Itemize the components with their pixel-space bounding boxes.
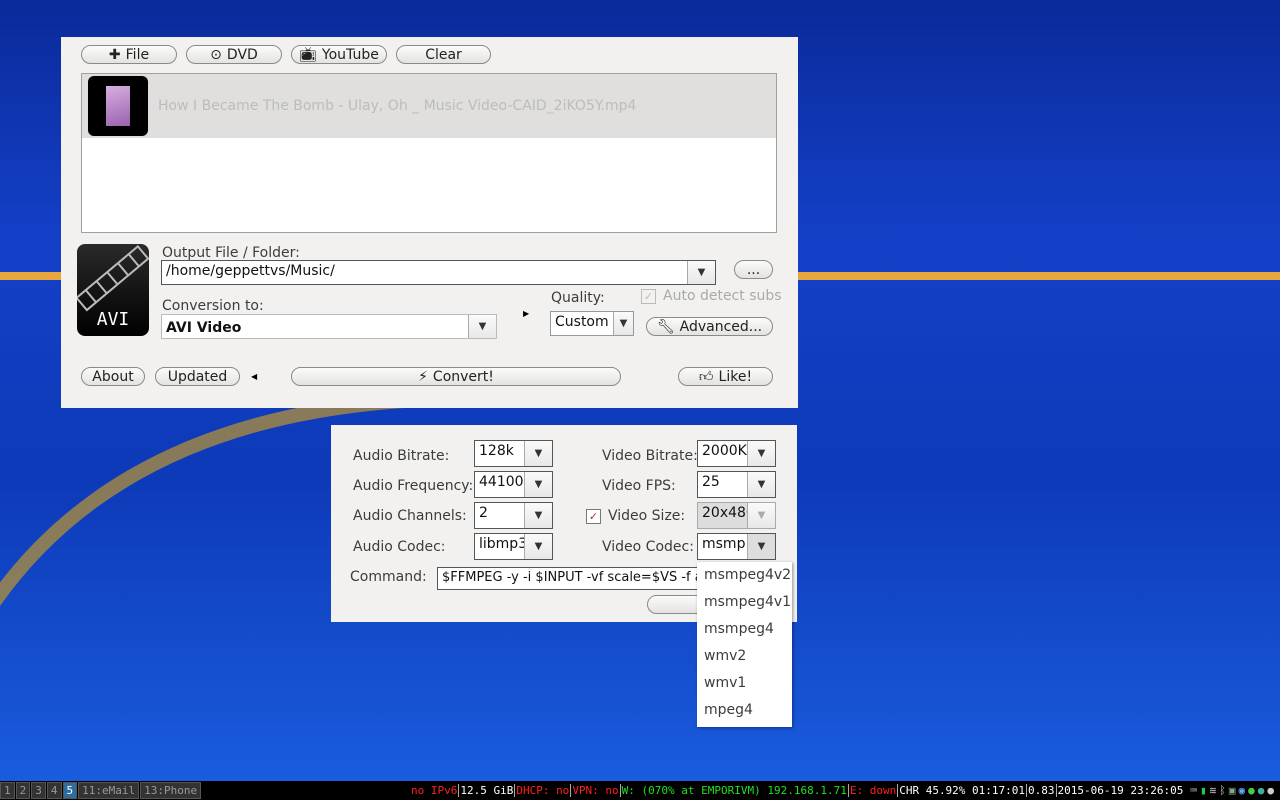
audio-frequency-label: Audio Frequency: [353, 478, 474, 494]
dropdown-option[interactable]: wmv2 [697, 643, 792, 670]
status-item: E: down [847, 784, 897, 797]
video-fps-label: Video FPS: [602, 478, 676, 494]
status-item: VPN: no [570, 784, 619, 797]
collapse-arrow-icon[interactable]: ◀ [251, 372, 257, 381]
video-size-checkbox[interactable]: ✓ [586, 509, 601, 524]
audio-bitrate-label: Audio Bitrate: [353, 448, 450, 464]
chevron-down-icon[interactable]: ▼ [747, 534, 775, 559]
conversion-combo[interactable]: AVI Video ▼ [161, 314, 497, 339]
bluetooth-icon[interactable]: ᛒ [1219, 784, 1226, 797]
workspace-button[interactable]: 11:eMail [78, 782, 140, 799]
quality-label: Quality: [551, 290, 605, 306]
audio-bitrate-combo[interactable]: 128k ▼ [474, 440, 553, 467]
status-item: 0.83 [1026, 784, 1055, 797]
dropdown-option[interactable]: msmpeg4v2 [697, 562, 792, 589]
status-item: DHCP: no [514, 784, 570, 797]
chevron-down-icon[interactable]: ▼ [747, 503, 775, 528]
status-item: no IPv6 [410, 784, 458, 797]
file-name: How I Became The Bomb - Ulay, Oh _ Music… [158, 98, 637, 114]
wifi-icon[interactable]: ≋ [1210, 784, 1217, 797]
clear-button[interactable]: Clear [396, 45, 491, 64]
like-button[interactable]: 👍︎ Like! [678, 367, 773, 386]
video-thumbnail [88, 76, 148, 136]
chevron-down-icon[interactable]: ▼ [747, 441, 775, 466]
headphones-icon[interactable]: ● [1267, 784, 1274, 797]
auto-subs-label: Auto detect subs [663, 288, 782, 304]
film-strip-icon [77, 244, 149, 312]
convert-button[interactable]: ⚡︎ Convert! [291, 367, 621, 386]
dropdown-option[interactable]: msmpeg4v1 [697, 589, 792, 616]
advanced-button[interactable]: 🔧︎ Advanced... [646, 317, 773, 336]
dropdown-option[interactable]: mpeg4 [697, 697, 792, 724]
keyboard-icon[interactable]: ⌨ [1190, 784, 1197, 797]
audio-codec-label: Audio Codec: [353, 539, 446, 555]
wrench-icon: 🔧︎ [656, 318, 675, 335]
status-item: 2015-06-19 23:26:05 [1055, 784, 1184, 797]
workspace-button[interactable]: 3 [31, 782, 46, 799]
check-icon[interactable]: ● [1248, 784, 1255, 797]
output-label: Output File / Folder: [162, 245, 300, 261]
play-circle-icon: ⊙ [210, 46, 222, 63]
workspace-button[interactable]: 5 [62, 782, 78, 799]
about-button[interactable]: About [81, 367, 145, 386]
video-bitrate-label: Video Bitrate: [602, 448, 698, 464]
output-folder-combo[interactable]: /home/geppettvs/Music/▼ [161, 260, 716, 285]
conversion-label: Conversion to: [162, 298, 264, 314]
status-item: CHR 45.92% 01:17:01 [897, 784, 1026, 797]
battery-icon[interactable]: ▮ [1200, 784, 1207, 797]
file-list[interactable]: How I Became The Bomb - Ulay, Oh _ Music… [81, 73, 777, 233]
audio-frequency-combo[interactable]: 44100 ▼ [474, 471, 553, 498]
chevron-down-icon[interactable]: ▼ [524, 472, 552, 497]
workspace-button[interactable]: 4 [46, 782, 62, 799]
audio-channels-combo[interactable]: 2 ▼ [474, 502, 553, 529]
video-fps-combo[interactable]: 25 ▼ [697, 471, 776, 498]
tv-icon: 📺︎ [299, 46, 317, 63]
browse-button[interactable]: ... [734, 260, 773, 279]
chevron-down-icon[interactable]: ▼ [524, 503, 552, 528]
audio-codec-combo[interactable]: libmp3 ▼ [474, 533, 553, 560]
updated-button[interactable]: Updated [155, 367, 240, 386]
taskbar: 1 2 3 4 5 11:eMail 13:Phone no IPv6 12.5 GiB DHC… [0, 781, 1280, 800]
video-size-combo[interactable]: 20x480▼ [697, 502, 776, 529]
audio-channels-label: Audio Channels: [353, 508, 467, 524]
video-codec-dropdown[interactable]: msmpeg4v2 msmpeg4v1 msmpeg4 wmv2 wmv1 mpeg4 [697, 562, 792, 727]
dvd-button[interactable]: ⊙ DVD [186, 45, 282, 64]
plus-icon: ✚ [108, 46, 121, 63]
video-bitrate-combo[interactable]: 2000K ▼ [697, 440, 776, 467]
youtube-button[interactable]: 📺︎ YouTube [291, 45, 387, 64]
chevron-down-icon[interactable]: ▼ [613, 312, 633, 335]
chevron-down-icon[interactable]: ▼ [524, 534, 552, 559]
status-item: 12.5 GiB [458, 784, 514, 797]
avi-format-icon: AVI [77, 244, 149, 336]
dropdown-option[interactable]: msmpeg4 [697, 616, 792, 643]
video-size-label: Video Size: [608, 508, 686, 524]
status-item: W: (070% at EMPORIVM) 192.168.1.71 [619, 784, 847, 797]
quality-combo[interactable]: Custom ▼ [550, 311, 634, 336]
video-codec-combo[interactable]: msmp ▼ [697, 533, 776, 560]
video-codec-label: Video Codec: [602, 539, 694, 555]
chevron-down-icon[interactable]: ▼ [687, 261, 715, 284]
workspace-button[interactable]: 2 [15, 782, 31, 799]
antenna-icon[interactable]: ◉ [1239, 784, 1246, 797]
thumbs-up-icon: 👍︎ [698, 369, 714, 385]
auto-subs-checkbox[interactable]: ✓ [641, 289, 656, 304]
workspace-button[interactable]: 13:Phone [140, 782, 202, 799]
list-item[interactable]: How I Became The Bomb - Ulay, Oh _ Music… [82, 74, 776, 138]
chevron-down-icon[interactable]: ▼ [747, 472, 775, 497]
tray-icons: ⌨ ▮ ≋ ᛒ ▣ ◉ ● ● ● [1190, 784, 1274, 797]
network-icon[interactable]: ▣ [1229, 784, 1236, 797]
sync-icon[interactable]: ● [1258, 784, 1265, 797]
chevron-down-icon[interactable]: ▼ [468, 315, 496, 338]
command-label: Command: [350, 569, 427, 585]
expand-arrow-icon[interactable]: ▶ [523, 309, 529, 318]
chevron-down-icon[interactable]: ▼ [524, 441, 552, 466]
add-file-button[interactable]: ✚ File [81, 45, 177, 64]
command-input[interactable]: $FFMPEG -y -i $INPUT -vf scale=$VS -f a [437, 567, 699, 590]
lightning-icon: ⚡︎ [418, 368, 428, 385]
dropdown-option[interactable]: wmv1 [697, 670, 792, 697]
workspace-button[interactable]: 1 [0, 782, 15, 799]
